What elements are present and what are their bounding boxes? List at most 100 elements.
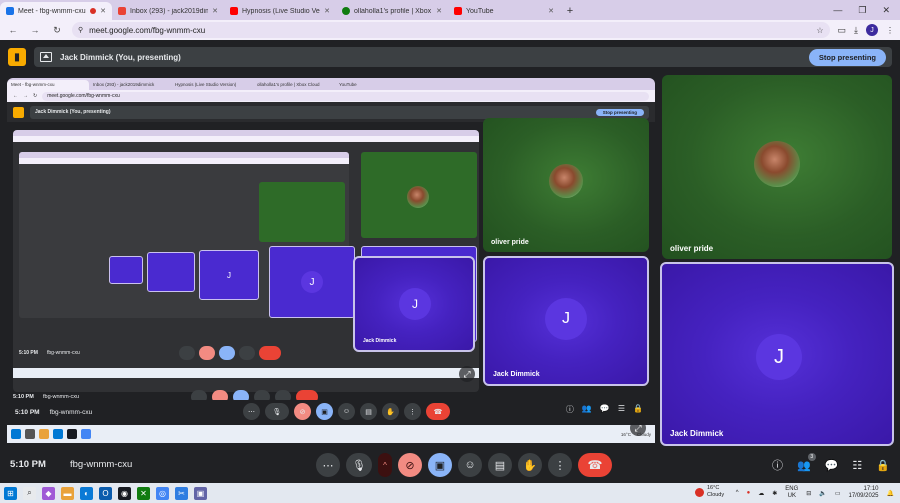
close-tab-icon[interactable]: ✕ xyxy=(212,7,218,15)
tab-xbox[interactable]: ollaholla1's profile | Xbox Cloud ✕ xyxy=(336,2,448,20)
clock[interactable]: 17:10 17/09/2025 xyxy=(848,486,878,500)
presented-search-icon xyxy=(25,429,35,439)
more-options-icon[interactable]: ⋯ xyxy=(316,453,340,477)
participant-tile-oliver[interactable]: oliver pride xyxy=(662,75,892,259)
recursive-oliver-avatar xyxy=(407,186,429,208)
forward-icon[interactable]: → xyxy=(28,25,42,35)
nested-tile-jack-large: J Jack Dimmick xyxy=(483,256,649,386)
edge-icon[interactable]: ◐ xyxy=(80,486,93,500)
tab-title: Inbox (293) - jack2019dimmick xyxy=(130,7,209,15)
nested-tab-strip: Meet - fbg-wnmm-cxu Inbox (293) - jack20… xyxy=(7,78,655,90)
back-icon[interactable]: ← xyxy=(6,25,20,35)
tray-bluetooth-icon[interactable]: ✱ xyxy=(772,490,777,497)
omnibox[interactable]: ⚲ meet.google.com/fbg-wnmm-cxu ☆ xyxy=(72,22,830,38)
outlook-icon[interactable]: O xyxy=(99,486,112,500)
close-tab-icon[interactable]: ✕ xyxy=(100,7,106,15)
reload-icon[interactable]: ↻ xyxy=(50,25,64,36)
tab-title: Meet - fbg-wnmm-cxu xyxy=(18,7,86,15)
url-text[interactable]: meet.google.com/fbg-wnmm-cxu xyxy=(89,26,810,35)
participant-tile-jack[interactable]: J Jack Dimmick xyxy=(660,262,894,446)
snipping-tool-icon[interactable]: ✂ xyxy=(175,486,188,500)
close-tab-icon[interactable]: ✕ xyxy=(324,7,330,15)
tray-app-icon[interactable]: ● xyxy=(747,490,751,496)
presented-steam-icon xyxy=(67,429,77,439)
gmail-favicon-icon xyxy=(118,7,126,15)
recursive-tile-jack: J xyxy=(269,246,355,318)
presented-captions-icon: ▤ xyxy=(360,403,377,420)
new-tab-button[interactable]: + xyxy=(562,3,578,19)
nested-jack-avatar: J xyxy=(399,288,431,320)
profile-avatar[interactable]: J xyxy=(866,24,878,36)
weather-temp: 16°C xyxy=(707,485,720,491)
steam-icon[interactable]: ◉ xyxy=(118,486,131,500)
presented-leave-icon: ☎ xyxy=(426,403,450,420)
meeting-controls: ⋯ 🎙 ^ ⊘ ▣ ☺ ▤ ✋ ⋮ ☎ xyxy=(316,453,612,477)
activities-icon[interactable]: ☷ xyxy=(852,459,862,472)
close-tab-icon[interactable]: ✕ xyxy=(436,7,442,15)
tray-chevron-icon[interactable]: ^ xyxy=(736,490,739,496)
recursive-control xyxy=(179,346,195,360)
xbox-icon[interactable]: ✕ xyxy=(137,486,150,500)
site-info-icon[interactable]: ⚲ xyxy=(78,26,83,34)
people-icon[interactable]: 👥 3 xyxy=(797,452,816,472)
notifications-icon[interactable]: 🔔 xyxy=(887,490,894,497)
presented-lock-icon: 🔒 xyxy=(633,404,643,413)
host-controls-icon[interactable]: 🔒 xyxy=(876,459,890,472)
microphone-button[interactable]: 🎙 xyxy=(346,453,372,477)
chrome-icon[interactable]: ◎ xyxy=(156,486,169,500)
volume-icon[interactable]: 🔈 xyxy=(819,490,826,497)
maximize-icon[interactable]: ❐ xyxy=(858,5,866,16)
tray-onedrive-icon[interactable]: ☁ xyxy=(758,490,764,497)
meeting-time: 5:10 PM xyxy=(10,459,46,470)
menu-kebab-icon[interactable]: ⋮ xyxy=(886,26,894,35)
search-icon[interactable]: ⌕ xyxy=(23,486,36,500)
bookmark-star-icon[interactable]: ☆ xyxy=(816,26,823,35)
presented-control-buttons: ⋯ 🎙 ⊘ ▣ ☺ ▤ ✋ ⋮ ☎ xyxy=(243,403,450,420)
file-explorer-icon[interactable]: ▬ xyxy=(61,486,74,500)
download-icon[interactable]: ⤓ xyxy=(854,25,858,36)
weather-widget[interactable]: 16°C Cloudy xyxy=(695,485,724,499)
raise-hand-button[interactable]: ✋ xyxy=(518,453,542,477)
meeting-code: fbg-wnmm-cxu xyxy=(70,459,133,470)
camera-off-button[interactable]: ⊘ xyxy=(398,453,422,477)
recursive-control xyxy=(219,346,235,360)
tab-meet[interactable]: Meet - fbg-wnmm-cxu ✕ xyxy=(0,2,112,20)
presented-menu-icon: ⋮ xyxy=(404,403,421,420)
leave-call-button[interactable]: ☎ xyxy=(578,453,612,477)
network-icon[interactable]: ⊟ xyxy=(806,490,811,497)
recursive-address-bar xyxy=(13,136,479,142)
stop-presenting-button[interactable]: Stop presenting xyxy=(808,48,886,66)
emoji-reactions-button[interactable]: ☺ xyxy=(458,453,482,477)
nested-tile-oliver: oliver pride xyxy=(483,118,649,252)
presented-explorer-icon xyxy=(39,429,49,439)
more-menu-button[interactable]: ⋮ xyxy=(548,453,572,477)
meeting-info-icon[interactable]: ⓘ xyxy=(772,457,783,473)
close-tab-icon[interactable]: ✕ xyxy=(548,7,554,15)
present-screen-button[interactable]: ▣ xyxy=(428,453,452,477)
captions-button[interactable]: ▤ xyxy=(488,453,512,477)
nested-presenting-banner: Jack Dimmick (You, presenting) Stop pres… xyxy=(30,105,649,119)
sidepanel-icon[interactable]: ▭ xyxy=(838,25,847,36)
nested-url: meet.google.com/fbg-wnmm-cxu xyxy=(42,91,649,101)
app-icon[interactable]: ▣ xyxy=(194,486,207,500)
tab-youtube-hypnosis[interactable]: Hypnosis (Live Studio Version) ✕ xyxy=(224,2,336,20)
camera-options-chevron-icon[interactable]: ^ xyxy=(378,453,392,477)
minimize-icon[interactable]: — xyxy=(833,5,842,15)
lang-top: ENG xyxy=(785,486,799,492)
nested-address-bar: ← → ↻ meet.google.com/fbg-wnmm-cxu xyxy=(7,90,655,102)
nested-stop-presenting: Stop presenting xyxy=(595,108,644,116)
copilot-icon[interactable]: ◆ xyxy=(42,486,55,500)
tab-title: Hypnosis (Live Studio Version) xyxy=(242,7,320,15)
battery-icon[interactable]: ▭ xyxy=(835,490,841,497)
nested-back-icon: ← xyxy=(13,93,18,99)
tab-youtube[interactable]: YouTube ✕ xyxy=(448,2,560,20)
presented-tray-temp: 16°C xyxy=(620,431,631,437)
presented-activities-icon: ☰ xyxy=(617,404,626,413)
lang-bottom: UK xyxy=(787,493,796,499)
start-icon[interactable]: ⊞ xyxy=(4,486,17,500)
language-indicator[interactable]: ENG UK xyxy=(785,486,798,500)
close-window-icon[interactable]: ✕ xyxy=(882,5,890,16)
chat-icon[interactable]: 💬 xyxy=(825,459,839,472)
presented-expand-icon[interactable]: ⤢ xyxy=(630,420,646,436)
tab-gmail[interactable]: Inbox (293) - jack2019dimmick ✕ xyxy=(112,2,224,20)
